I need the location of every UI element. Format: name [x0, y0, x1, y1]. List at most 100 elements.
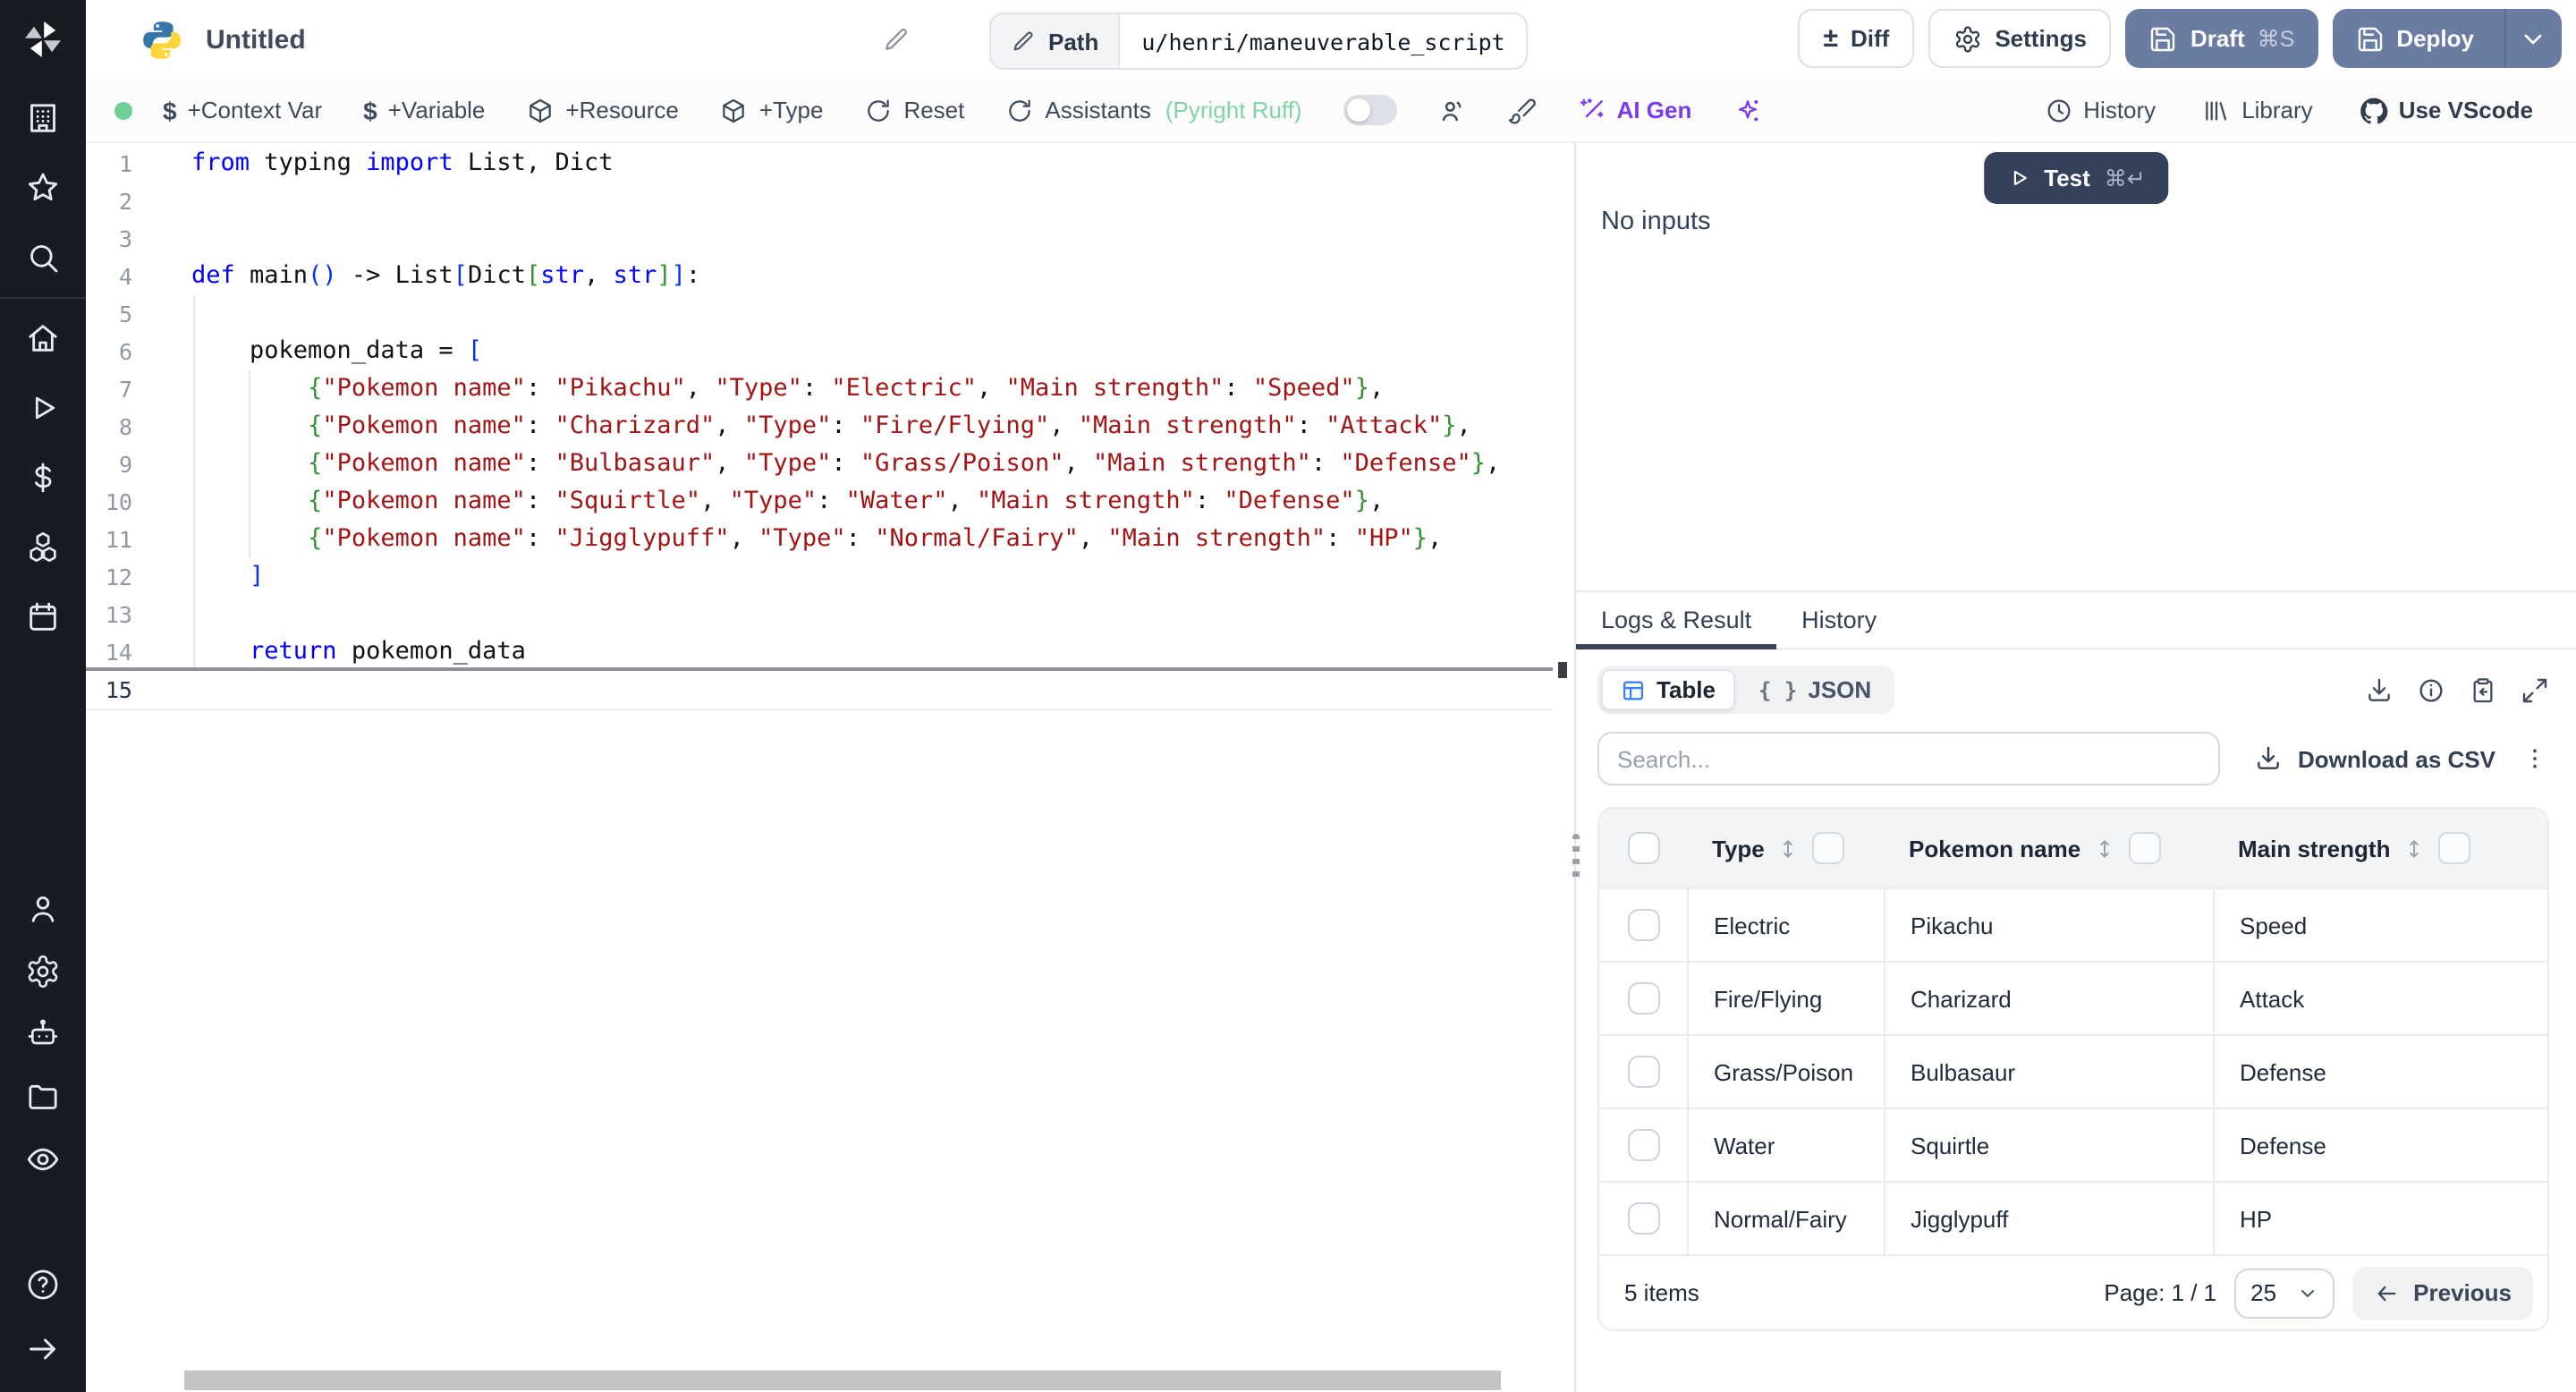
windmill-logo[interactable]: [0, 0, 86, 79]
add-type-button[interactable]: +Type: [720, 96, 824, 124]
boxes-icon[interactable]: [25, 530, 61, 565]
add-context-var-button[interactable]: $ +Context Var: [163, 96, 322, 124]
building-icon[interactable]: [25, 100, 61, 136]
home-icon[interactable]: [25, 320, 61, 356]
add-variable-button[interactable]: $ +Variable: [363, 96, 485, 124]
gear-icon[interactable]: [25, 954, 61, 989]
code-line-2[interactable]: 2: [86, 182, 1574, 220]
row-checkbox[interactable]: [1627, 909, 1659, 941]
horizontal-scrollbar[interactable]: [184, 1371, 1501, 1390]
code-line-9[interactable]: 9 {"Pokemon name": "Bulbasaur", "Type": …: [86, 446, 1574, 483]
result-table: Type Pokemon name Main strength Electric…: [1597, 807, 2549, 1331]
view-toggle-table[interactable]: Table: [1601, 669, 1735, 710]
code-line-3[interactable]: 3: [86, 220, 1574, 258]
clipboard-copy-icon[interactable]: [2469, 675, 2497, 704]
items-count: 5 items: [1624, 1279, 1699, 1306]
sparkles-icon[interactable]: [1733, 96, 1761, 124]
dollar-icon[interactable]: [25, 460, 61, 496]
test-label: Test: [2044, 165, 2090, 191]
use-vscode-button[interactable]: Use VScode: [2360, 96, 2533, 124]
sort-icon[interactable]: [2402, 836, 2426, 860]
row-checkbox[interactable]: [1627, 982, 1659, 1014]
result-section: Logs & Result History Table { } JSON Sea…: [1576, 592, 2576, 1392]
splitter-handle[interactable]: [1572, 834, 1579, 880]
arrow-right-icon[interactable]: [25, 1331, 61, 1367]
row-checkbox[interactable]: [1627, 1202, 1659, 1235]
row-checkbox[interactable]: [1627, 1056, 1659, 1088]
user-voice-icon[interactable]: [1438, 96, 1467, 124]
line-number: 1: [118, 150, 132, 177]
search-input[interactable]: [1597, 732, 2220, 785]
previous-page-button[interactable]: Previous: [2352, 1266, 2533, 1320]
select-all-checkbox[interactable]: [1627, 832, 1659, 864]
column-header-pokemon-name[interactable]: Pokemon name: [1884, 832, 2213, 864]
code-line-1[interactable]: 1 from typing import List, Dict: [86, 145, 1574, 182]
code-editor[interactable]: 1 from typing import List, Dict 2 3 4 def mai…: [86, 143, 1574, 1392]
star-icon[interactable]: [25, 170, 61, 206]
play-icon: [2012, 170, 2026, 186]
code-line-13[interactable]: 13: [86, 596, 1574, 633]
type-label: +Type: [758, 97, 824, 123]
settings-button[interactable]: Settings: [1928, 9, 2112, 68]
expand-icon[interactable]: [2521, 675, 2549, 704]
content-row: 1 from typing import List, Dict 2 3 4 def mai…: [86, 143, 2576, 1392]
code-line-8[interactable]: 8 {"Pokemon name": "Charizard", "Type": …: [86, 408, 1574, 446]
assistant-toggle[interactable]: [1343, 95, 1397, 125]
editor-split-line[interactable]: [86, 667, 1553, 671]
column-filter-box[interactable]: [1812, 832, 1845, 864]
code-line-4[interactable]: 4 def main() -> List[Dict[str, str]]:: [86, 258, 1574, 295]
assistants-button[interactable]: Assistants (Pyright Ruff): [1005, 96, 1302, 124]
toolbar-right: History Library Use VScode: [2044, 96, 2533, 124]
help-icon[interactable]: [25, 1267, 61, 1303]
column-filter-box[interactable]: [2129, 832, 2162, 864]
column-header-main-strength[interactable]: Main strength: [2213, 832, 2547, 864]
table-search-row: Download as CSV: [1576, 723, 2576, 800]
chevron-down-icon[interactable]: [2519, 24, 2547, 53]
code-line-11[interactable]: 11 {"Pokemon name": "Jigglypuff", "Type"…: [86, 521, 1574, 558]
code-line-6[interactable]: 6 pokemon_data = [: [86, 333, 1574, 370]
table-cell: Grass/Poison: [1687, 1036, 1884, 1108]
code-line-15[interactable]: 15: [86, 671, 1574, 709]
eye-icon[interactable]: [25, 1142, 61, 1177]
sort-icon[interactable]: [2093, 836, 2116, 860]
user-icon[interactable]: [25, 891, 61, 927]
code-line-12[interactable]: 12 ]: [86, 558, 1574, 596]
view-toggle-json[interactable]: { } JSON: [1739, 669, 1891, 710]
robot-icon[interactable]: [25, 1016, 61, 1052]
column-filter-box[interactable]: [2438, 832, 2471, 864]
history-button[interactable]: History: [2044, 96, 2156, 124]
ai-gen-button[interactable]: AI Gen: [1578, 96, 1691, 124]
deploy-button[interactable]: Deploy: [2332, 9, 2562, 68]
path-label-segment: Path: [991, 14, 1121, 68]
download-csv-button[interactable]: Download as CSV: [2255, 744, 2496, 773]
play-icon[interactable]: [25, 390, 61, 426]
reset-button[interactable]: Reset: [864, 96, 964, 124]
kebab-menu-icon[interactable]: [2521, 744, 2549, 773]
brush-icon[interactable]: [1508, 96, 1537, 124]
tab-history[interactable]: History: [1776, 592, 1902, 648]
code-line-10[interactable]: 10 {"Pokemon name": "Squirtle", "Type": …: [86, 483, 1574, 521]
code-line-7[interactable]: 7 {"Pokemon name": "Pikachu", "Type": "E…: [86, 370, 1574, 408]
calendar-icon[interactable]: [25, 599, 61, 635]
column-header-type[interactable]: Type: [1687, 832, 1884, 864]
row-checkbox[interactable]: [1627, 1129, 1659, 1161]
tab-logs-result[interactable]: Logs & Result: [1576, 592, 1777, 649]
line-number: 11: [105, 526, 132, 553]
search-icon[interactable]: [25, 240, 61, 276]
code-line-14[interactable]: 14 return pokemon_data: [86, 633, 1574, 671]
sort-icon[interactable]: [1777, 836, 1801, 860]
dollar-icon: $: [163, 96, 177, 124]
download-icon[interactable]: [2365, 675, 2394, 704]
draft-button[interactable]: Draft ⌘S: [2125, 9, 2318, 68]
add-resource-button[interactable]: +Resource: [526, 96, 679, 124]
page-size-select[interactable]: 25: [2234, 1268, 2335, 1318]
path-field[interactable]: Path u/henri/maneuverable_script: [989, 13, 1529, 70]
library-button[interactable]: Library: [2202, 96, 2313, 124]
test-button[interactable]: Test ⌘↵: [1983, 152, 2169, 204]
code-line-5[interactable]: 5: [86, 295, 1574, 333]
folder-icon[interactable]: [25, 1079, 61, 1115]
diff-button[interactable]: ± Diff: [1798, 9, 1915, 68]
info-icon[interactable]: [2417, 675, 2445, 704]
edit-title-pencil-icon[interactable]: [882, 25, 911, 54]
line-number: 4: [118, 263, 132, 290]
